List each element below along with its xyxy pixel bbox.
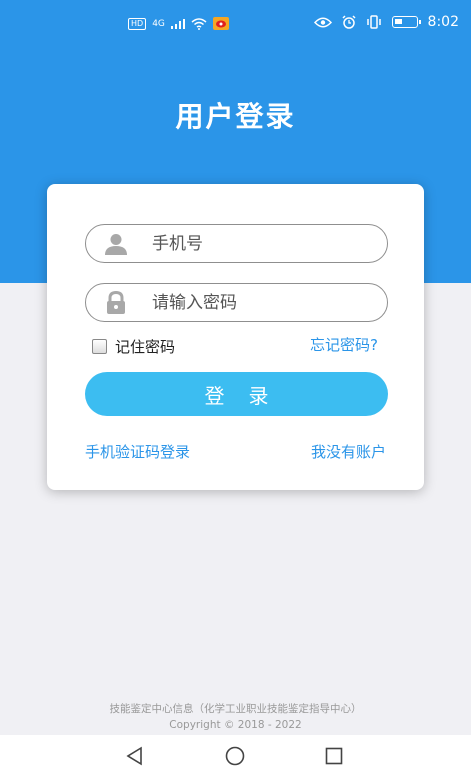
battery-icon	[391, 16, 421, 28]
footer-org: 技能鉴定中心信息（化学工业职业技能鉴定指导中心）	[109, 703, 362, 715]
alarm-icon	[342, 15, 356, 29]
page-title: 用户登录	[175, 100, 296, 133]
register-link[interactable]: 我没有账户	[311, 441, 386, 462]
remember-label: 记住密码	[115, 338, 176, 356]
wifi-icon	[191, 17, 207, 30]
password-field[interactable]	[85, 283, 388, 322]
navigation-bar	[0, 735, 471, 775]
user-icon	[102, 230, 130, 258]
status-time: 8:02	[427, 14, 459, 30]
hd-badge: HD	[128, 17, 147, 30]
login-button[interactable]: 登录	[85, 372, 388, 416]
phone-input[interactable]	[152, 233, 372, 254]
forgot-password-link[interactable]: 忘记密码?	[310, 334, 378, 355]
eye-icon	[313, 17, 332, 27]
signal-icon	[170, 18, 185, 29]
vibrate-icon	[366, 15, 381, 29]
remember-checkbox[interactable]	[92, 339, 107, 354]
home-circle-icon[interactable]	[224, 745, 246, 767]
login-card: 记住密码 忘记密码? 登录 手机验证码登录 我没有账户	[47, 184, 424, 490]
status-bar: HD 4G 8:02	[0, 0, 471, 50]
status-right: 8:02	[313, 14, 459, 30]
recent-square-icon[interactable]	[323, 745, 345, 767]
network-label: 4G	[152, 18, 165, 29]
lock-icon	[102, 289, 130, 317]
sms-login-link[interactable]: 手机验证码登录	[85, 441, 190, 462]
status-left: HD 4G	[128, 17, 229, 30]
weibo-icon	[212, 17, 229, 30]
back-triangle-icon[interactable]	[124, 745, 146, 767]
password-input[interactable]	[152, 292, 372, 313]
phone-field[interactable]	[85, 224, 388, 263]
footer: 技能鉴定中心信息（化学工业职业技能鉴定指导中心） Copyright © 201…	[0, 701, 471, 733]
remember-password[interactable]: 记住密码	[92, 336, 175, 357]
footer-copyright: Copyright © 2018 - 2022	[169, 719, 302, 731]
